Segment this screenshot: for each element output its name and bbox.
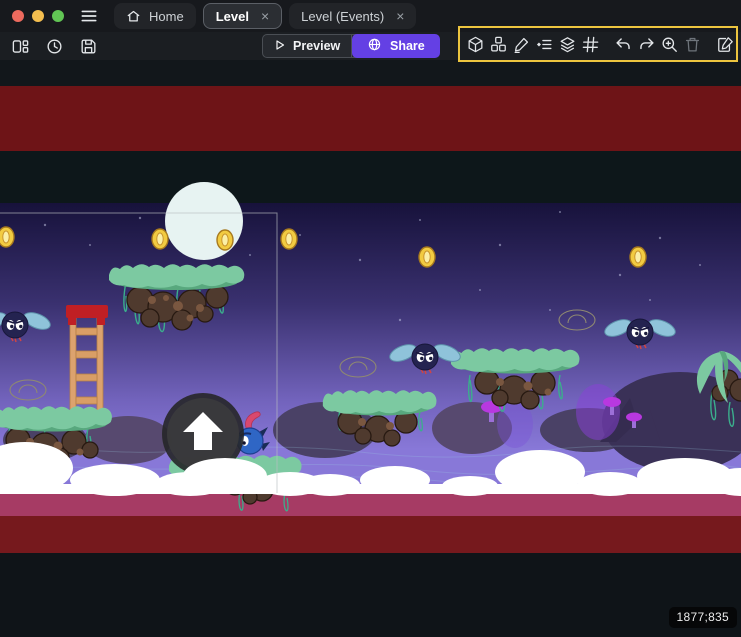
play-icon <box>274 39 286 54</box>
minimize-window-button[interactable] <box>32 10 44 22</box>
redo-icon[interactable] <box>637 34 656 55</box>
share-button-label: Share <box>390 39 425 53</box>
tab-home[interactable]: Home <box>114 3 196 29</box>
instances-list-icon[interactable] <box>535 34 554 55</box>
top-red-band <box>0 86 741 151</box>
pink-ground-band <box>0 493 741 516</box>
background-bands <box>0 60 741 637</box>
home-icon <box>126 9 141 24</box>
preview-button-label: Preview <box>293 39 340 53</box>
history-icon[interactable] <box>45 37 64 56</box>
coin[interactable] <box>217 230 233 250</box>
tab-level-events[interactable]: Level (Events) × <box>289 3 416 29</box>
zoom-in-icon[interactable] <box>660 34 679 55</box>
cursor-coordinates-badge: 1877;835 <box>669 607 737 628</box>
tab-bar: Home Level × Level (Events) × <box>114 3 416 29</box>
grid-icon[interactable] <box>581 34 600 55</box>
edit-properties-icon[interactable] <box>512 34 531 55</box>
preview-button-main[interactable]: Preview <box>263 35 351 57</box>
traffic-lights <box>12 10 64 22</box>
object-groups-icon[interactable] <box>489 34 508 55</box>
tab-level-events-close-icon[interactable]: × <box>396 8 404 24</box>
ladder-top <box>66 305 108 318</box>
scene-canvas[interactable] <box>0 60 741 637</box>
close-window-button[interactable] <box>12 10 24 22</box>
coin[interactable] <box>419 247 435 267</box>
coin[interactable] <box>281 229 297 249</box>
edit-events-icon[interactable] <box>716 34 735 55</box>
tab-level-label: Level <box>216 9 249 24</box>
red-ground-band <box>0 516 741 553</box>
globe-icon <box>367 37 382 55</box>
tab-level[interactable]: Level × <box>203 3 282 29</box>
tab-level-events-label: Level (Events) <box>301 9 384 24</box>
delete-icon[interactable] <box>683 34 702 55</box>
toolbar-left-tools <box>11 37 98 56</box>
menu-icon[interactable] <box>79 6 99 26</box>
objects-editor-icon[interactable] <box>466 34 485 55</box>
save-icon[interactable] <box>79 37 98 56</box>
coin[interactable] <box>152 229 168 249</box>
app-window: Home Level × Level (Events) × <box>0 0 741 637</box>
zoom-window-button[interactable] <box>52 10 64 22</box>
tab-level-close-icon[interactable]: × <box>261 8 269 24</box>
coin[interactable] <box>630 247 646 267</box>
layers-icon[interactable] <box>558 34 577 55</box>
coin[interactable] <box>0 227 14 247</box>
highlighted-tool-group <box>458 26 738 62</box>
moon[interactable] <box>165 182 243 260</box>
share-button[interactable]: Share <box>352 34 440 58</box>
tab-home-label: Home <box>149 9 184 24</box>
undo-icon[interactable] <box>614 34 633 55</box>
project-manager-icon[interactable] <box>11 37 30 56</box>
